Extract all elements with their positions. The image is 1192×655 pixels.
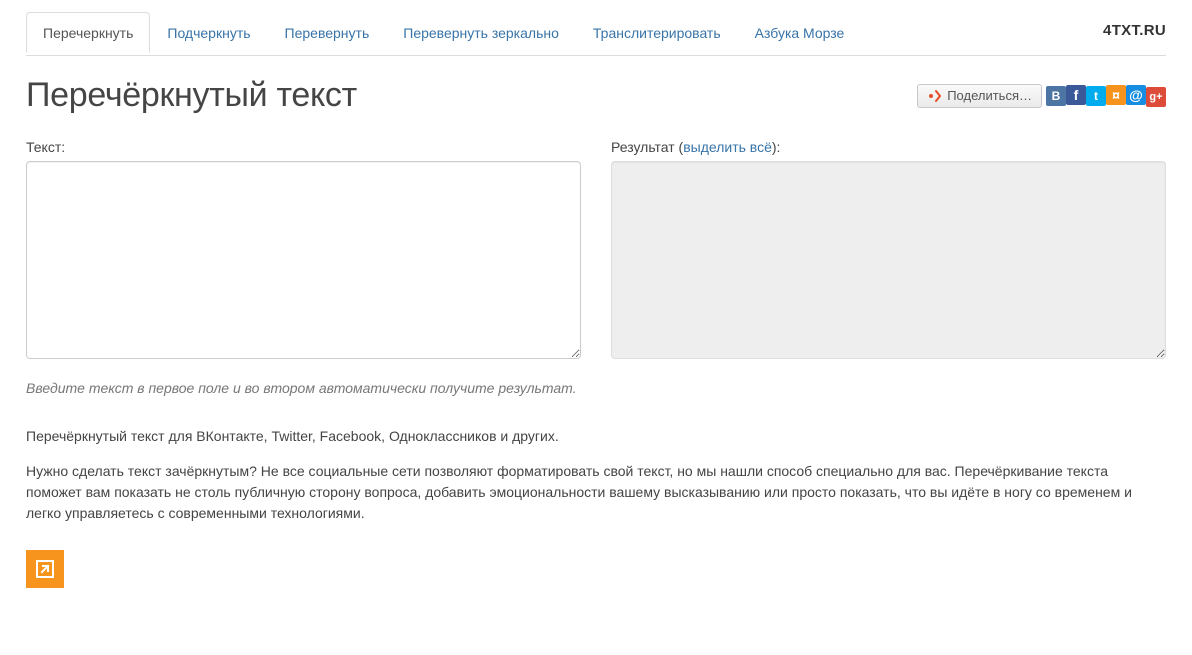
input-textarea[interactable] bbox=[26, 161, 581, 359]
share-box: Поделиться… Bft¤@g+ bbox=[917, 84, 1166, 108]
select-all-link[interactable]: выделить всё bbox=[683, 139, 772, 155]
share-button[interactable]: Поделиться… bbox=[917, 84, 1042, 108]
tab-underline[interactable]: Подчеркнуть bbox=[150, 12, 267, 52]
tab-strike[interactable]: Перечеркнуть bbox=[26, 12, 150, 53]
tab-morse[interactable]: Азбука Морзе bbox=[738, 12, 862, 52]
share-tw-icon[interactable]: t bbox=[1086, 86, 1106, 106]
share-fb-icon[interactable]: f bbox=[1066, 85, 1086, 105]
counter-badge[interactable] bbox=[26, 550, 64, 588]
result-label-prefix: Результат ( bbox=[611, 139, 683, 155]
tab-translit[interactable]: Транслитерировать bbox=[576, 12, 738, 52]
site-brand: 4TXT.RU bbox=[1103, 22, 1166, 39]
tab-flip[interactable]: Перевернуть bbox=[268, 12, 387, 52]
share-button-label: Поделиться… bbox=[947, 88, 1032, 103]
share-mr-icon[interactable]: @ bbox=[1126, 85, 1146, 105]
result-label: Результат (выделить всё): bbox=[611, 139, 1166, 155]
tab-bar: ПеречеркнутьПодчеркнутьПеревернутьПереве… bbox=[26, 12, 1166, 56]
page-title: Перечёркнутый текст bbox=[26, 76, 357, 115]
hint-text: Введите текст в первое поле и во втором … bbox=[26, 380, 1166, 396]
share-icon bbox=[927, 89, 941, 103]
body-paragraph: Перечёркнутый текст для ВКонтакте, Twitt… bbox=[26, 426, 1166, 447]
input-label: Текст: bbox=[26, 139, 581, 155]
share-gp-icon[interactable]: g+ bbox=[1146, 87, 1166, 107]
tab-mirror[interactable]: Перевернуть зеркально bbox=[386, 12, 576, 52]
share-vk-icon[interactable]: B bbox=[1046, 86, 1066, 106]
body-paragraph: Нужно сделать текст зачёркнутым? Не все … bbox=[26, 461, 1166, 524]
share-ok-icon[interactable]: ¤ bbox=[1106, 85, 1126, 105]
result-textarea[interactable] bbox=[611, 161, 1166, 359]
result-label-suffix: ): bbox=[772, 139, 781, 155]
